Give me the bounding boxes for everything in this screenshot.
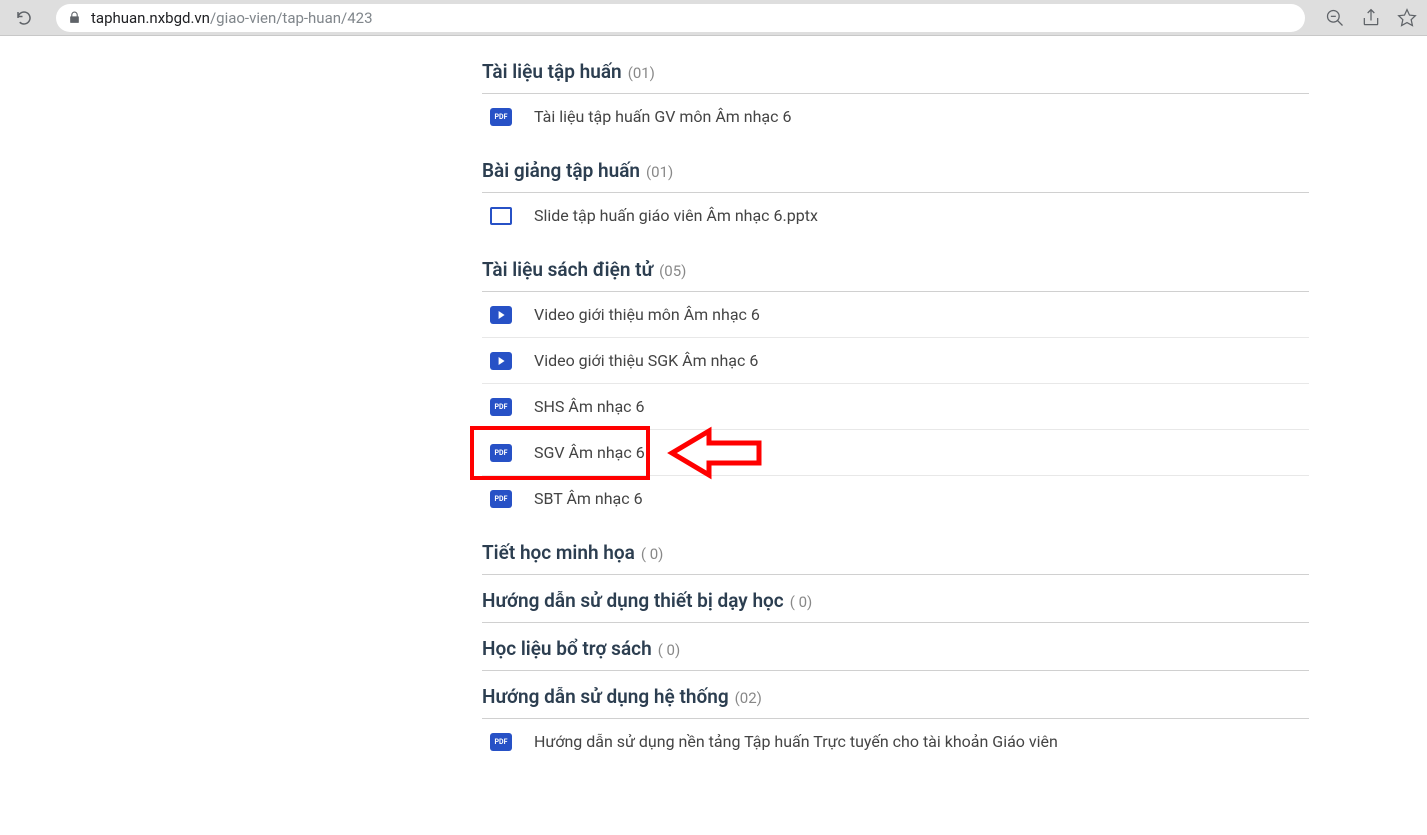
list-item[interactable]: PDF SGV Âm nhạc 6 xyxy=(482,430,1309,476)
section: Bài giảng tập huấn (01) Slide tập huấn giá… xyxy=(482,145,1309,244)
url-input[interactable]: taphuan.nxbgd.vn/giao-vien/tap-huan/423 xyxy=(56,4,1305,32)
list-item[interactable]: Video giới thiệu SGK Âm nhạc 6 xyxy=(482,338,1309,384)
section-title: Tiết học minh họa xyxy=(482,541,635,564)
pdf-icon: PDF xyxy=(490,444,512,462)
item-label: Slide tập huấn giáo viên Âm nhạc 6.pptx xyxy=(534,206,818,225)
section-header: Hướng dẫn sử dụng hệ thống (02) xyxy=(482,671,1309,719)
item-label: SBT Âm nhạc 6 xyxy=(534,489,643,508)
item-list: Video giới thiệu môn Âm nhạc 6 Video giới… xyxy=(482,292,1309,521)
section-header: Tiết học minh họa ( 0) xyxy=(482,527,1309,575)
video-icon xyxy=(490,306,512,324)
lock-icon xyxy=(68,11,81,24)
section-title: Tài liệu sách điện tử xyxy=(482,258,653,281)
browser-actions xyxy=(1325,8,1417,28)
list-item[interactable]: PDF SHS Âm nhạc 6 xyxy=(482,384,1309,430)
section-title: Bài giảng tập huấn xyxy=(482,159,640,182)
list-item[interactable]: PDF Tài liệu tập huấn GV môn Âm nhạc 6 xyxy=(482,94,1309,139)
item-label: Video giới thiệu môn Âm nhạc 6 xyxy=(534,305,760,324)
page-content: Tài liệu tập huấn (01) PDF Tài liệu tập huấ… xyxy=(0,36,1427,770)
pdf-icon: PDF xyxy=(490,733,512,751)
section-count: ( 0) xyxy=(790,593,813,611)
section-count: ( 0) xyxy=(658,641,681,659)
browser-address-bar: taphuan.nxbgd.vn/giao-vien/tap-huan/423 xyxy=(0,0,1427,36)
section-count: ( 0) xyxy=(641,545,664,563)
item-label: SGV Âm nhạc 6 xyxy=(534,443,645,462)
video-icon xyxy=(490,352,512,370)
list-item[interactable]: Slide tập huấn giáo viên Âm nhạc 6.pptx xyxy=(482,193,1309,238)
pdf-icon: PDF xyxy=(490,398,512,416)
section: Tiết học minh họa ( 0) xyxy=(482,527,1309,575)
section-title: Hướng dẫn sử dụng thiết bị dạy học xyxy=(482,589,784,612)
list-item[interactable]: PDF SBT Âm nhạc 6 xyxy=(482,476,1309,521)
pdf-icon: PDF xyxy=(490,490,512,508)
section: Hướng dẫn sử dụng hệ thống (02) PDF Hướng d… xyxy=(482,671,1309,770)
section-count: (01) xyxy=(646,163,673,181)
slide-icon xyxy=(490,207,512,225)
pdf-icon: PDF xyxy=(490,108,512,126)
item-label: Tài liệu tập huấn GV môn Âm nhạc 6 xyxy=(534,107,791,126)
list-item[interactable]: PDF Hướng dẫn sử dụng nền tảng Tập huấn T… xyxy=(482,719,1309,764)
zoom-icon[interactable] xyxy=(1325,8,1345,28)
section: Hướng dẫn sử dụng thiết bị dạy học ( 0) xyxy=(482,575,1309,623)
item-list: Slide tập huấn giáo viên Âm nhạc 6.pptx xyxy=(482,193,1309,238)
section-count: (01) xyxy=(628,64,655,82)
item-list: PDF Hướng dẫn sử dụng nền tảng Tập huấn T… xyxy=(482,719,1309,764)
url-path: /giao-vien/tap-huan/423 xyxy=(210,9,373,27)
section: Tài liệu sách điện tử (05) Video giới thiệ… xyxy=(482,244,1309,527)
section-header: Học liệu bổ trợ sách ( 0) xyxy=(482,623,1309,671)
item-label: Video giới thiệu SGK Âm nhạc 6 xyxy=(534,351,758,370)
section-title: Tài liệu tập huấn xyxy=(482,60,622,83)
item-label: SHS Âm nhạc 6 xyxy=(534,397,645,416)
section: Tài liệu tập huấn (01) PDF Tài liệu tập huấ… xyxy=(482,46,1309,145)
section: Học liệu bổ trợ sách ( 0) xyxy=(482,623,1309,671)
section-header: Hướng dẫn sử dụng thiết bị dạy học ( 0) xyxy=(482,575,1309,623)
section-count: (02) xyxy=(735,689,762,707)
item-label: Hướng dẫn sử dụng nền tảng Tập huấn Trực… xyxy=(534,732,1058,751)
url-domain: taphuan.nxbgd.vn xyxy=(91,9,210,27)
share-icon[interactable] xyxy=(1361,8,1381,28)
section-title: Học liệu bổ trợ sách xyxy=(482,637,652,660)
section-header: Bài giảng tập huấn (01) xyxy=(482,145,1309,193)
item-list: PDF Tài liệu tập huấn GV môn Âm nhạc 6 xyxy=(482,94,1309,139)
section-count: (05) xyxy=(659,262,686,280)
section-header: Tài liệu tập huấn (01) xyxy=(482,46,1309,94)
reload-button[interactable] xyxy=(10,4,38,32)
section-title: Hướng dẫn sử dụng hệ thống xyxy=(482,685,729,708)
star-icon[interactable] xyxy=(1397,8,1417,28)
section-header: Tài liệu sách điện tử (05) xyxy=(482,244,1309,292)
list-item[interactable]: Video giới thiệu môn Âm nhạc 6 xyxy=(482,292,1309,338)
